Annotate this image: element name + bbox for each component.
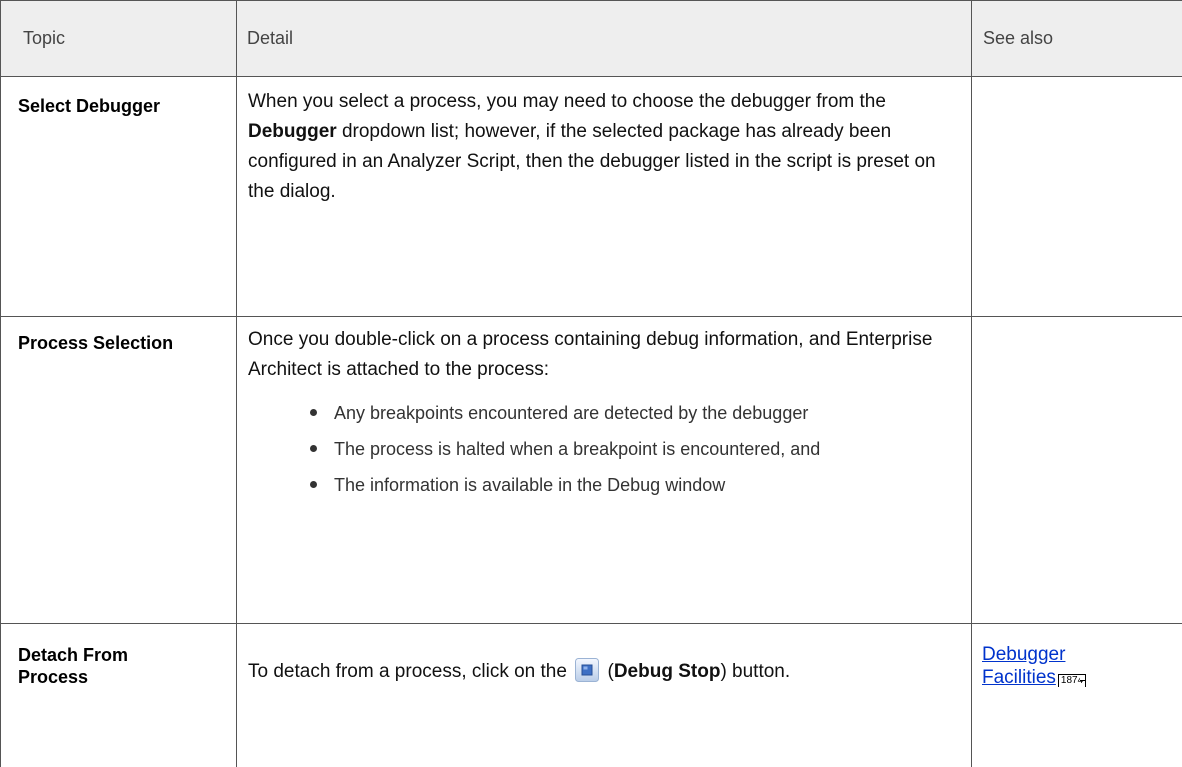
see-also-debugger-facilities[interactable]: Debugger Facilities 1874 xyxy=(982,643,1087,689)
topic-process-selection: Process Selection xyxy=(18,333,174,353)
debug-stop-icon xyxy=(575,658,600,682)
detail-process-selection: Once you double-click on a process conta… xyxy=(248,329,933,380)
header-detail: Detail xyxy=(247,28,294,48)
grid-line xyxy=(0,76,1182,77)
topic-select-debugger: Select Debugger xyxy=(18,96,161,116)
bullet-list: Any breakpoints encountered are detected… xyxy=(288,394,948,504)
topic-table: Topic Detail See also Select Debugger Wh… xyxy=(0,0,1182,767)
list-item: The process is halted when a breakpoint … xyxy=(288,430,948,468)
grid-line xyxy=(0,0,1182,1)
topic-detach-from-process: Detach From Process xyxy=(18,645,129,687)
list-item: Any breakpoints encountered are detected… xyxy=(288,394,948,432)
detail-select-debugger: When you select a process, you may need … xyxy=(248,91,936,202)
grid-line xyxy=(971,0,972,767)
detail-detach: To detach from a process, click on the (… xyxy=(248,657,790,687)
page-reference-badge[interactable]: 1874 xyxy=(1057,674,1087,687)
grid-line xyxy=(236,0,237,767)
grid-line xyxy=(0,623,1182,624)
grid-line xyxy=(0,0,1,767)
grid-line xyxy=(0,316,1182,317)
header-see-also: See also xyxy=(983,28,1054,48)
link-line[interactable]: Debugger xyxy=(982,643,1086,666)
list-item: The information is available in the Debu… xyxy=(288,466,948,504)
header-topic: Topic xyxy=(23,28,66,48)
link-line[interactable]: Facilities xyxy=(982,667,1056,688)
